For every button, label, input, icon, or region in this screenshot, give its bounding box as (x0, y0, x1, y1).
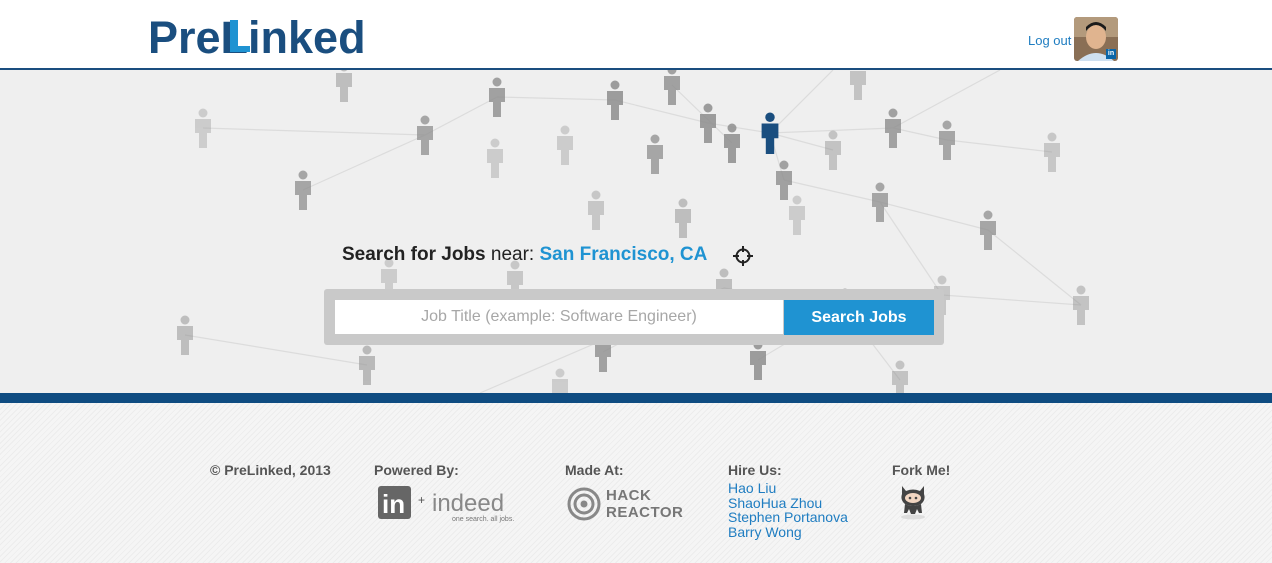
person-figure (850, 71, 866, 100)
hire-us-link[interactable]: Hao Liu (728, 481, 848, 496)
person-figure (675, 198, 691, 238)
hack-reactor-line1: HACK (606, 487, 652, 504)
person-figure (750, 340, 766, 380)
job-title-input[interactable] (335, 300, 783, 334)
person-figure (825, 130, 841, 170)
person-figure (980, 210, 996, 250)
hack-reactor-logo-text[interactable]: HACK REACTOR (606, 487, 683, 521)
hero-section: Search for Jobs near: San Francisco, CA … (0, 70, 1272, 393)
person-figure (664, 70, 680, 105)
person-figure (552, 368, 568, 393)
person-figure (647, 134, 663, 174)
indeed-logo[interactable]: indeed one search. all jobs. (430, 485, 520, 525)
logout-link[interactable]: Log out (1028, 33, 1071, 48)
user-avatar[interactable]: in (1074, 17, 1118, 61)
plus-sign: + (418, 493, 426, 507)
hire-us-link[interactable]: Barry Wong (728, 524, 848, 540)
copyright-text: © PreLinked, 2013 (210, 462, 331, 478)
search-heading: Search for Jobs near: San Francisco, CA (342, 244, 707, 266)
person-figure (489, 77, 505, 117)
footer: © PreLinked, 2013 Powered By: in + indee… (0, 403, 1272, 563)
person-figure (588, 190, 604, 230)
indeed-tagline: one search. all jobs. (452, 516, 514, 523)
person-figure (607, 80, 623, 120)
made-at-title: Made At: (565, 462, 624, 478)
footer-divider (0, 393, 1272, 403)
person-figure (892, 360, 908, 393)
person-figure (776, 160, 792, 200)
github-octocat-icon[interactable] (895, 480, 931, 520)
person-figure (557, 125, 573, 165)
location-link[interactable]: San Francisco, CA (539, 244, 707, 265)
logo-text: PreLinked (148, 12, 366, 63)
hack-reactor-line2: REACTOR (606, 504, 684, 521)
person-figure (336, 70, 352, 102)
person-figure (700, 103, 716, 143)
header: PreLinked Log out in (0, 0, 1272, 70)
person-figure (789, 195, 805, 235)
person-figure (487, 138, 503, 178)
target-location-icon[interactable] (733, 246, 753, 266)
person-figure (295, 170, 311, 210)
prelinked-logo[interactable]: PreLinked (148, 8, 373, 66)
person-figure (724, 123, 740, 163)
search-jobs-button[interactable]: Search Jobs (784, 300, 934, 335)
person-figure (195, 108, 211, 148)
person-figure (939, 120, 955, 160)
linkedin-icon: in (1106, 49, 1116, 59)
hack-reactor-icon[interactable] (567, 487, 603, 521)
person-figure (885, 108, 901, 148)
person-figure (872, 182, 888, 222)
search-box: Search Jobs (324, 289, 944, 345)
hire-us-link[interactable]: Stephen Portanova (728, 510, 848, 525)
person-figure (761, 112, 779, 154)
person-figure (359, 345, 375, 385)
linkedin-logo[interactable]: in (378, 486, 411, 519)
person-figure (417, 115, 433, 155)
person-figure (1044, 132, 1060, 172)
hire-us-link[interactable]: ShaoHua Zhou (728, 495, 848, 511)
person-figure (1073, 285, 1089, 325)
person-figure (177, 315, 193, 355)
fork-me-title: Fork Me! (892, 462, 951, 478)
linkedin-logo-text: in (382, 489, 405, 519)
powered-by-title: Powered By: (374, 462, 459, 478)
hire-us-list: Hao Liu ShaoHua Zhou Stephen Portanova B… (728, 481, 848, 539)
hire-us-title: Hire Us: (728, 462, 782, 478)
search-heading-near: near: (485, 244, 540, 265)
search-heading-label: Search for Jobs (342, 244, 486, 265)
indeed-logo-text: indeed (432, 490, 504, 517)
